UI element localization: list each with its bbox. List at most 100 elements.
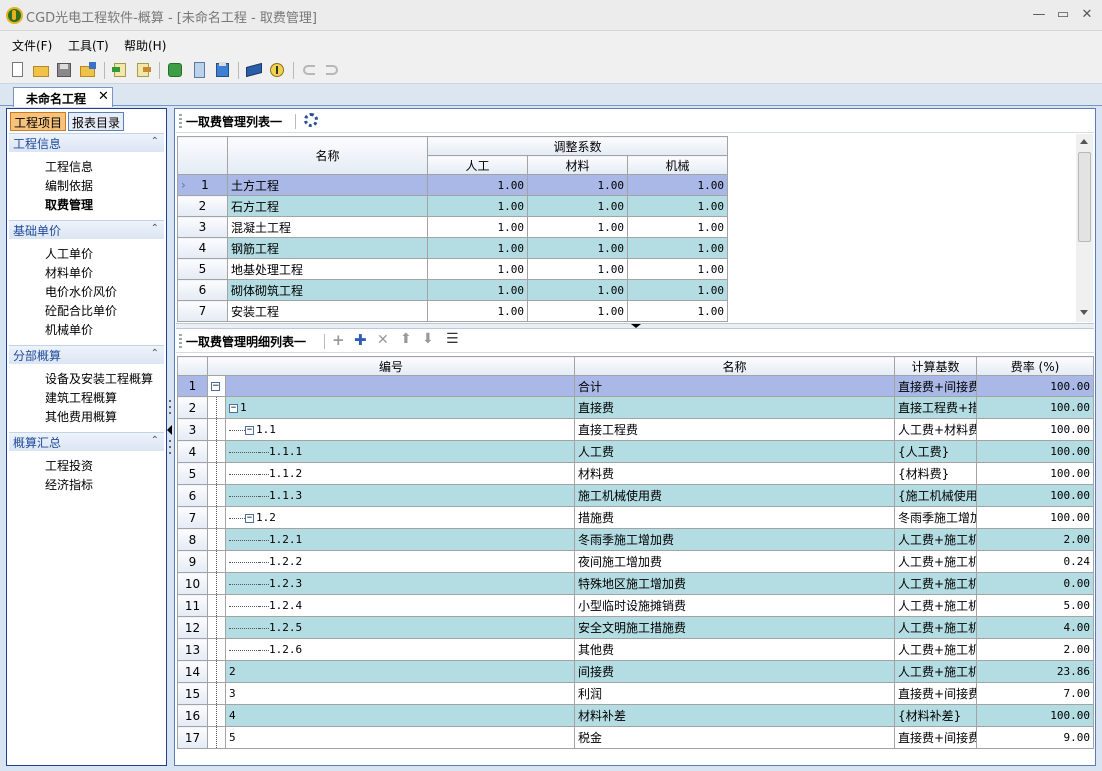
- add-icon[interactable]: +: [332, 331, 345, 349]
- col-header-name[interactable]: 名称: [574, 356, 896, 376]
- fee-basis-cell[interactable]: 人工费+施工机械使用费: [894, 660, 978, 683]
- table-row[interactable]: 3−1.1直接工程费人工费+材料费+施工机械使用费100.00: [177, 418, 1095, 441]
- delete-icon[interactable]: ✕: [377, 332, 389, 348]
- fee-rate-cell[interactable]: 100.00: [976, 484, 1095, 507]
- tree-toggle-icon[interactable]: −: [245, 513, 254, 523]
- labor-factor-cell[interactable]: 1.00: [427, 216, 528, 238]
- fee-basis-cell[interactable]: 人工费+施工机械使用费: [894, 572, 978, 595]
- table-row[interactable]: 7 安装工程 1.00 1.00 1.00: [177, 300, 729, 322]
- machine-factor-cell[interactable]: 1.00: [626, 279, 729, 301]
- fee-code-cell[interactable]: [224, 375, 576, 397]
- fee-code-cell[interactable]: 1.2.3: [224, 572, 576, 595]
- col-header-rate[interactable]: 费率 (%): [976, 356, 1095, 376]
- table-row[interactable]: 12 1.2.5 安全文明施工措施费人工费+施工机械使用费4.00: [177, 616, 1095, 639]
- section-summary[interactable]: 概算汇总 ⌃: [9, 432, 164, 451]
- close-tab-icon[interactable]: ✕: [98, 89, 109, 104]
- fee-rate-cell[interactable]: 100.00: [976, 396, 1095, 419]
- fee-name-cell[interactable]: 夜间施工增加费: [574, 550, 896, 573]
- fee-rate-cell[interactable]: 4.00: [976, 616, 1095, 639]
- fee-name-cell[interactable]: 混凝土工程: [227, 216, 428, 238]
- redo-icon[interactable]: [323, 61, 341, 79]
- sidebar-item-project-info[interactable]: 工程信息: [45, 158, 93, 175]
- save-as-icon[interactable]: [79, 61, 97, 79]
- labor-factor-cell[interactable]: 1.00: [427, 237, 528, 259]
- collapse-icon[interactable]: ⌃: [151, 223, 159, 234]
- machine-factor-cell[interactable]: 1.00: [626, 195, 729, 217]
- fee-name-cell[interactable]: 间接费: [574, 660, 896, 683]
- fee-code-cell[interactable]: 1.2.6: [224, 638, 576, 661]
- material-factor-cell[interactable]: 1.00: [527, 258, 628, 280]
- menu-tools[interactable]: 工具(T): [68, 37, 109, 54]
- labor-factor-cell[interactable]: 1.00: [427, 300, 528, 322]
- collapse-icon[interactable]: ⌃: [151, 435, 159, 446]
- fee-name-cell[interactable]: 石方工程: [227, 195, 428, 217]
- table-row[interactable]: 10 1.2.3 特殊地区施工增加费人工费+施工机械使用费0.00: [177, 572, 1095, 595]
- fee-code-cell[interactable]: 1.2.2: [224, 550, 576, 573]
- fee-basis-cell[interactable]: {人工费}: [894, 440, 978, 463]
- fee-rate-cell[interactable]: 23.86: [976, 660, 1095, 683]
- fee-name-cell[interactable]: 施工机械使用费: [574, 484, 896, 507]
- move-down-icon[interactable]: ⬇: [422, 331, 434, 347]
- scroll-thumb[interactable]: [1078, 152, 1091, 242]
- machine-factor-cell[interactable]: 1.00: [626, 258, 729, 280]
- save-icon[interactable]: [55, 61, 73, 79]
- fee-rate-cell[interactable]: 2.00: [976, 528, 1095, 551]
- col-header-code[interactable]: 编号: [206, 356, 576, 376]
- section-base-price[interactable]: 基础单价 ⌃: [9, 220, 164, 239]
- document-tab[interactable]: 未命名工程 ✕: [13, 87, 113, 107]
- fee-name-cell[interactable]: 砌体砌筑工程: [227, 279, 428, 301]
- tree-toggle-icon[interactable]: −: [229, 403, 238, 413]
- fee-code-cell[interactable]: 1.2.5: [224, 616, 576, 639]
- table-row[interactable]: 8 1.2.1 冬雨季施工增加费人工费+施工机械使用费2.00: [177, 528, 1095, 551]
- fee-code-cell[interactable]: 5: [224, 726, 576, 749]
- fee-name-cell[interactable]: 小型临时设施摊销费: [574, 594, 896, 617]
- new-file-icon[interactable]: [9, 61, 27, 79]
- fee-basis-cell[interactable]: 直接费+间接费+利润: [894, 726, 978, 749]
- settings-icon[interactable]: [304, 113, 318, 127]
- fee-code-cell[interactable]: −1.1: [224, 418, 576, 441]
- table-row[interactable]: 14 2 间接费人工费+施工机械使用费23.86: [177, 660, 1095, 683]
- sidebar-item-basis[interactable]: 编制依据: [45, 177, 93, 194]
- fee-basis-cell[interactable]: 人工费+施工机械使用费: [894, 594, 978, 617]
- material-factor-cell[interactable]: 1.00: [527, 216, 628, 238]
- fee-basis-cell[interactable]: {材料费}: [894, 462, 978, 485]
- fee-rate-cell[interactable]: 100.00: [976, 418, 1095, 441]
- machine-factor-cell[interactable]: 1.00: [626, 174, 729, 196]
- undo-icon[interactable]: [300, 61, 318, 79]
- restore-button[interactable]: ▭: [1052, 5, 1074, 25]
- fee-basis-cell[interactable]: 人工费+材料费+施工机械使用费: [894, 418, 978, 441]
- labor-factor-cell[interactable]: 1.00: [427, 279, 528, 301]
- fee-rate-cell[interactable]: 5.00: [976, 594, 1095, 617]
- fee-name-cell[interactable]: 合计: [574, 375, 896, 397]
- close-button[interactable]: ✕: [1076, 5, 1098, 25]
- col-header-machine[interactable]: 机械: [626, 155, 729, 175]
- table-row[interactable]: 7−1.2措施费冬雨季施工增加费+夜间施工增加费+特殊地区施工增加...100.…: [177, 506, 1095, 529]
- fee-basis-cell[interactable]: 人工费+施工机械使用费: [894, 638, 978, 661]
- fee-code-cell[interactable]: 1.2.1: [224, 528, 576, 551]
- fee-code-cell[interactable]: 1.1.3: [224, 484, 576, 507]
- fee-basis-cell[interactable]: 人工费+施工机械使用费: [894, 528, 978, 551]
- fee-name-cell[interactable]: 特殊地区施工增加费: [574, 572, 896, 595]
- fee-code-cell[interactable]: −1.2: [224, 506, 576, 529]
- fee-rate-cell[interactable]: 0.00: [976, 572, 1095, 595]
- fee-rate-cell[interactable]: 0.24: [976, 550, 1095, 573]
- table-row[interactable]: 16 4 材料补差 {材料补差} 100.00: [177, 704, 1095, 727]
- sidebar-item-labor-price[interactable]: 人工单价: [45, 245, 93, 262]
- sidebar-splitter[interactable]: [167, 390, 173, 470]
- table-row[interactable]: 2−1直接费直接工程费+措施费100.00: [177, 396, 1095, 419]
- fee-name-cell[interactable]: 人工费: [574, 440, 896, 463]
- fee-basis-cell[interactable]: {施工机械使用费}: [894, 484, 978, 507]
- sidebar-item-building-estimate[interactable]: 建筑工程概算: [45, 389, 117, 406]
- collapse-panel-icon[interactable]: [631, 324, 641, 328]
- export-icon[interactable]: [134, 61, 152, 79]
- fee-name-cell[interactable]: 安装工程: [227, 300, 428, 322]
- labor-factor-cell[interactable]: 1.00: [427, 258, 528, 280]
- fee-code-cell[interactable]: 3: [224, 682, 576, 705]
- scroll-up-icon[interactable]: [1080, 139, 1088, 144]
- fee-basis-cell[interactable]: 人工费+施工机械使用费: [894, 616, 978, 639]
- table-row[interactable]: 15 3 利润 直接费+间接费 7.00: [177, 682, 1095, 705]
- fee-name-cell[interactable]: 安全文明施工措施费: [574, 616, 896, 639]
- table-row[interactable]: 5 地基处理工程 1.00 1.00 1.00: [177, 258, 729, 280]
- material-factor-cell[interactable]: 1.00: [527, 300, 628, 322]
- table-row[interactable]: 6 砌体砌筑工程 1.00 1.00 1.00: [177, 279, 729, 301]
